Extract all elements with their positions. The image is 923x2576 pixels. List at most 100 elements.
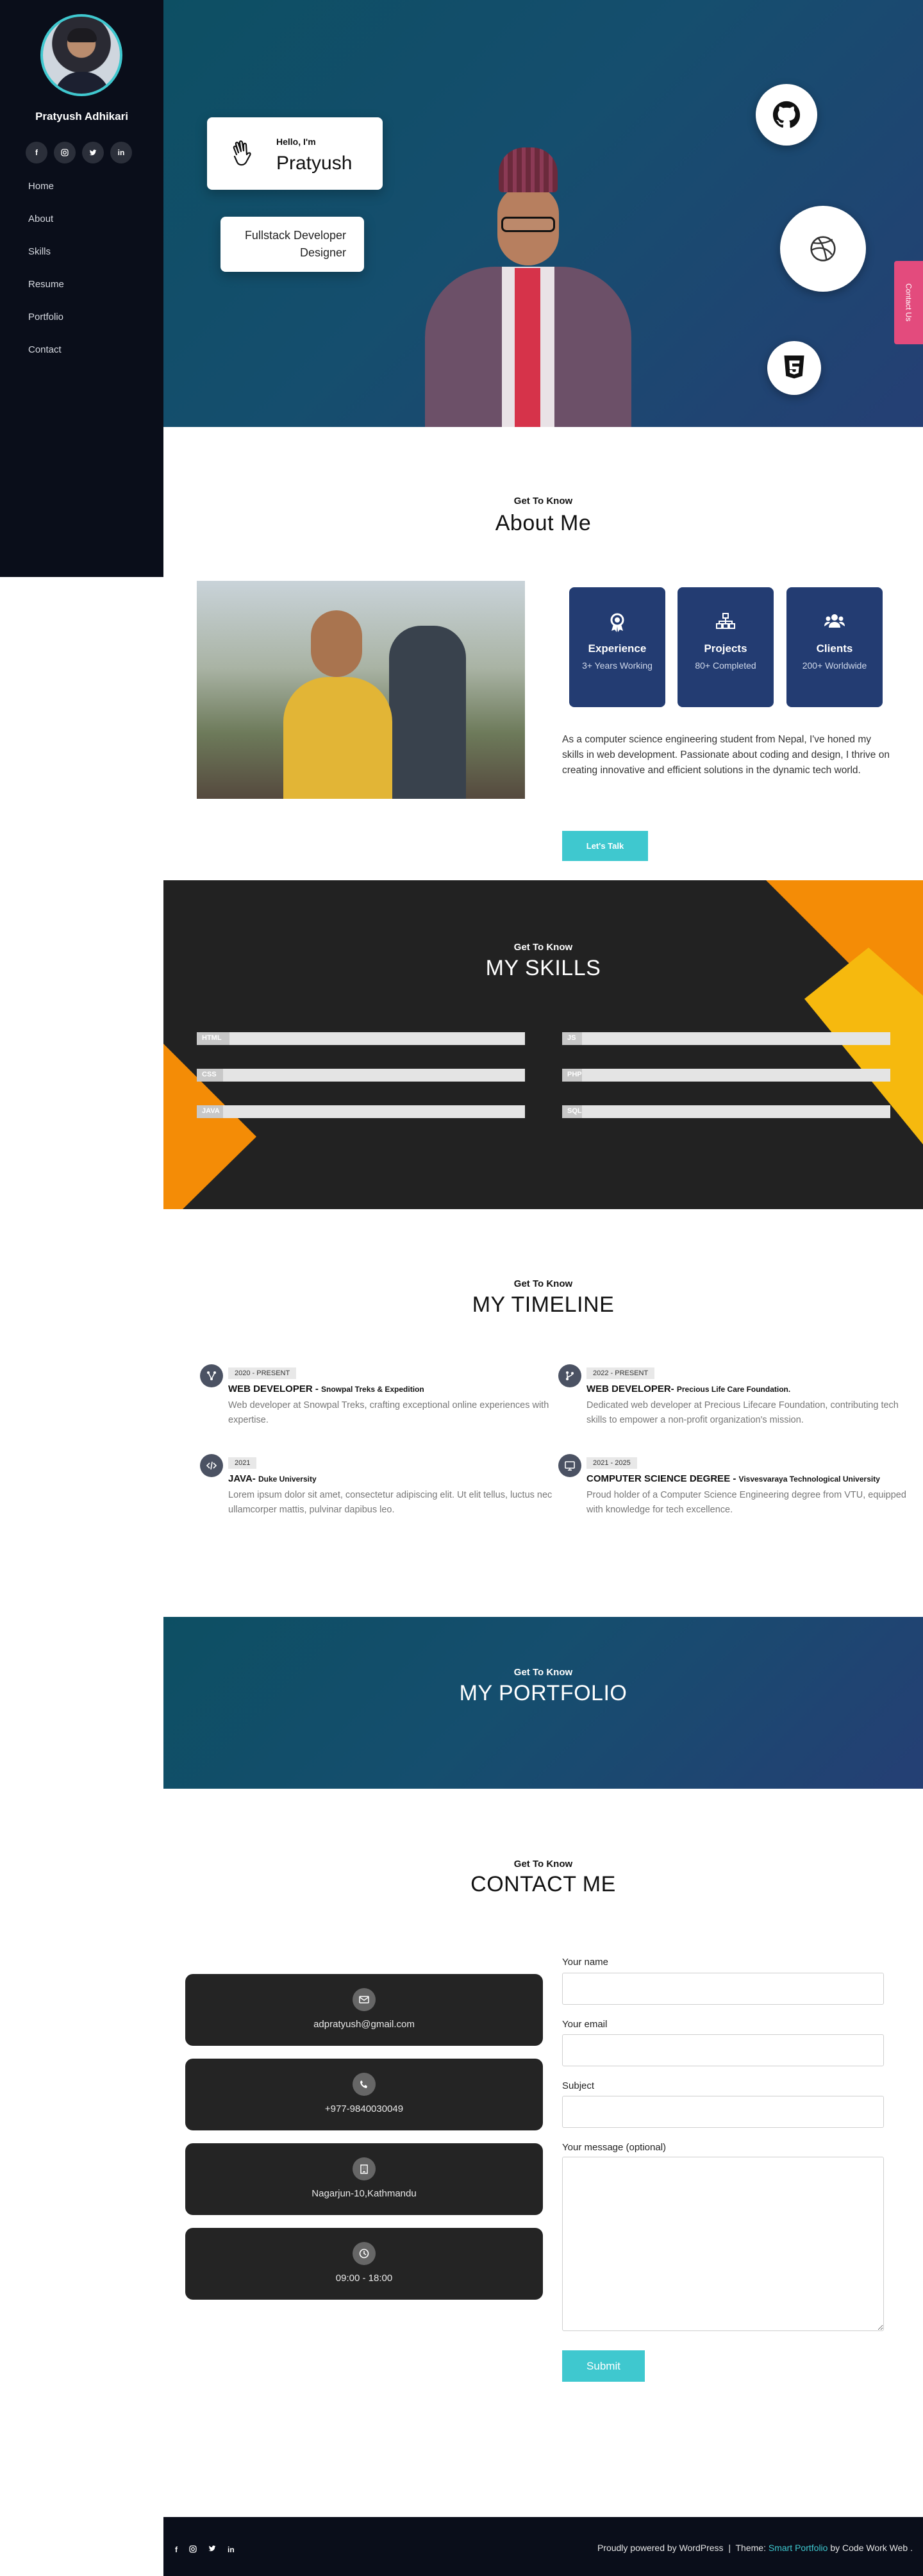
timeline-title-text: WEB DEVELOPER- Precious Life Care Founda… (586, 1384, 791, 1394)
lets-talk-button[interactable]: Let's Talk (562, 831, 648, 861)
portfolio-title: MY PORTFOLIO (459, 1681, 628, 1705)
instagram-icon[interactable] (189, 2545, 197, 2555)
nav-item-portfolio[interactable]: Portfolio (28, 312, 64, 344)
about-kicker: Get To Know (513, 496, 573, 506)
about-title: About Me (495, 511, 592, 535)
skills-kicker: Get To Know (513, 942, 573, 953)
contact-kicker: Get To Know (513, 1859, 573, 1869)
contact-us-tab[interactable]: Contact Us (894, 261, 923, 344)
nav-item-about[interactable]: About (28, 213, 64, 246)
stat-sub: 200+ Worldwide (802, 660, 867, 671)
linkedin-icon[interactable]: in (228, 2545, 235, 2555)
nav-item-home[interactable]: Home (28, 181, 64, 213)
role-line-1: Fullstack Developer (244, 229, 346, 242)
powered-by-text[interactable]: Proudly powered by WordPress (597, 2543, 724, 2553)
timeline-title: MY TIMELINE (472, 1292, 615, 1317)
footer: f in Proudly powered by WordPress | Them… (163, 2517, 923, 2576)
name-field[interactable] (562, 1973, 884, 2005)
twitter-icon[interactable] (82, 142, 104, 163)
skill-bar-js: JS (562, 1032, 890, 1045)
role-card: Fullstack Developer Designer (220, 217, 364, 272)
message-field[interactable] (562, 2157, 884, 2331)
skill-label: JS (567, 1034, 576, 1042)
monitor-icon (558, 1454, 581, 1477)
timeline-item: 2021 - 2025 COMPUTER SCIENCE DEGREE - Vi… (558, 1454, 920, 1518)
mail-icon (353, 1988, 376, 2011)
skill-label: SQL (567, 1107, 582, 1115)
contact-card-phone: +977-9840030049 (185, 2059, 543, 2130)
code-icon (200, 1454, 223, 1477)
footer-credit: Proudly powered by WordPress | Theme: Sm… (597, 2543, 913, 2553)
sidebar-social: f in (26, 142, 132, 163)
contact-email[interactable]: adpratyush@gmail.com (185, 2019, 543, 2030)
sidebar: Pratyush Adhikari f in Home About Skills… (0, 0, 163, 577)
avatar (40, 14, 122, 96)
timeline-title-text: WEB DEVELOPER - Snowpal Treks & Expediti… (228, 1384, 424, 1394)
stat-card-projects: Projects 80+ Completed (678, 587, 774, 707)
clock-icon (353, 2242, 376, 2265)
page: Pratyush Adhikari f in Home About Skills… (0, 0, 923, 2576)
skills-title: MY SKILLS (485, 956, 601, 980)
stat-card-experience: Experience 3+ Years Working (569, 587, 665, 707)
timeline-kicker: Get To Know (513, 1278, 573, 1289)
skill-label: CSS (202, 1071, 217, 1078)
contact-card-email: adpratyush@gmail.com (185, 1974, 543, 2046)
skill-bar-sql: SQL (562, 1105, 890, 1118)
portfolio-kicker: Get To Know (513, 1667, 573, 1678)
skill-label: HTML (202, 1034, 222, 1042)
email-field[interactable] (562, 2034, 884, 2066)
skill-label: PHP (567, 1071, 582, 1078)
timeline-title-text: JAVA- Duke University (228, 1473, 317, 1484)
timeline-item: 2022 - PRESENT WEB DEVELOPER- Precious L… (558, 1364, 920, 1428)
linkedin-icon[interactable]: in (110, 142, 132, 163)
timeline-item: 2020 - PRESENT WEB DEVELOPER - Snowpal T… (200, 1364, 561, 1428)
timeline-date: 2022 - PRESENT (586, 1367, 655, 1379)
subject-label: Subject (562, 2080, 595, 2091)
instagram-icon[interactable] (54, 142, 76, 163)
building-icon (353, 2157, 376, 2180)
hello-text: Hello, I'm (276, 137, 316, 147)
twitter-icon[interactable] (208, 2545, 216, 2555)
hero-portrait (425, 145, 631, 427)
skill-label: JAVA (202, 1107, 220, 1115)
nav-item-contact[interactable]: Contact (28, 344, 64, 377)
name-label: Your name (562, 1957, 608, 1968)
theme-link[interactable]: Smart Portfolio (769, 2543, 828, 2553)
contact-phone[interactable]: +977-9840030049 (185, 2103, 543, 2114)
stat-title: Projects (704, 642, 747, 655)
facebook-icon[interactable]: f (26, 142, 47, 163)
skill-bar-java: JAVA (197, 1105, 525, 1118)
award-icon (569, 613, 665, 635)
submit-button[interactable]: Submit (562, 2350, 645, 2382)
dribbble-icon[interactable] (780, 206, 866, 292)
skill-bar-css: CSS (197, 1069, 525, 1082)
nav-item-skills[interactable]: Skills (28, 246, 64, 279)
stat-card-clients: Clients 200+ Worldwide (786, 587, 883, 707)
stat-sub: 80+ Completed (695, 660, 756, 671)
message-label: Your message (optional) (562, 2142, 667, 2153)
timeline-date: 2020 - PRESENT (228, 1367, 297, 1379)
facebook-icon[interactable]: f (175, 2545, 178, 2555)
subject-field[interactable] (562, 2096, 884, 2128)
sitemap-icon (678, 613, 774, 635)
role-line-2: Designer (299, 246, 346, 259)
timeline-item: 2021 JAVA- Duke University Lorem ipsum d… (200, 1454, 561, 1518)
html5-icon[interactable] (767, 341, 821, 395)
github-icon[interactable] (756, 84, 817, 146)
email-label: Your email (562, 2019, 608, 2030)
timeline-desc: Proud holder of a Computer Science Engin… (586, 1490, 906, 1515)
stat-title: Clients (816, 642, 853, 655)
timeline-desc: Dedicated web developer at Precious Life… (586, 1400, 899, 1425)
hello-card: Hello, I'm Pratyush (207, 117, 383, 190)
contact-title: CONTACT ME (470, 1872, 616, 1896)
nav-item-resume[interactable]: Resume (28, 279, 64, 312)
branch-icon (558, 1364, 581, 1387)
timeline-date: 2021 - 2025 (586, 1457, 637, 1469)
sidebar-nav: Home About Skills Resume Portfolio Conta… (28, 181, 64, 377)
skill-bar-php: PHP (562, 1069, 890, 1082)
contact-address: Nagarjun-10,Kathmandu (312, 2188, 417, 2199)
footer-social: f in (175, 2545, 235, 2555)
stat-sub: 3+ Years Working (582, 660, 653, 671)
timeline-desc: Lorem ipsum dolor sit amet, consectetur … (228, 1490, 553, 1515)
contact-card-address: Nagarjun-10,Kathmandu (185, 2143, 543, 2215)
